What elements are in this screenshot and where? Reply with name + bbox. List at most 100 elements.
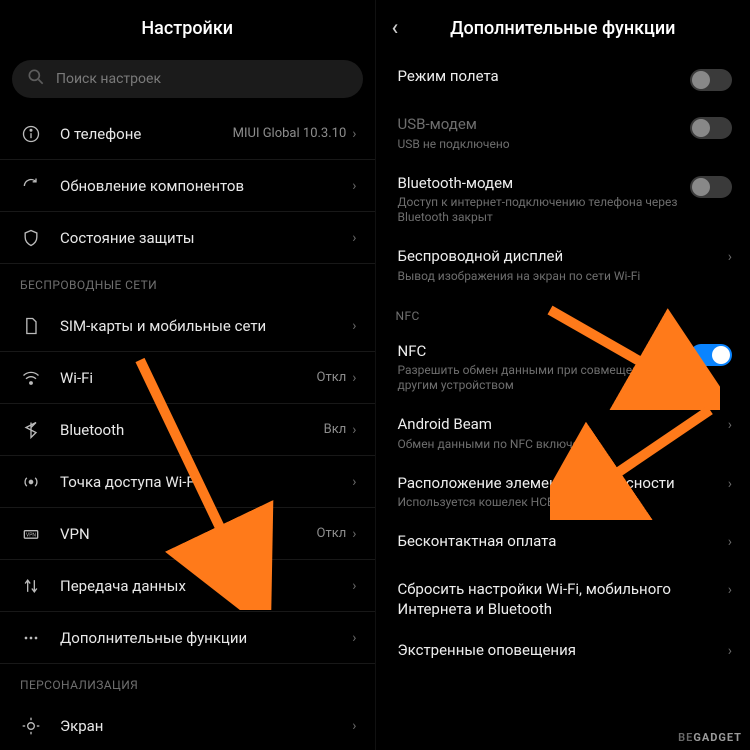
row-security[interactable]: Состояние защиты ›: [0, 212, 375, 264]
row-label: VPN: [60, 525, 317, 543]
chevron-right-icon: ›: [728, 476, 732, 492]
row-value: MIUI Global 10.3.10: [233, 126, 347, 141]
chevron-right-icon: ›: [352, 718, 356, 734]
row-value: Откл: [317, 370, 347, 385]
row-title: NFC: [398, 342, 681, 362]
row-title: Bluetooth-модем: [398, 174, 681, 194]
row-sub: Используется кошелек HCE: [398, 495, 714, 510]
chevron-right-icon: ›: [352, 370, 356, 386]
row-title: Сбросить настройки Wi-Fi, мобильного Инт…: [398, 580, 714, 619]
row-hotspot[interactable]: Точка доступа Wi-Fi ›: [0, 456, 375, 508]
page-title: Настройки: [141, 18, 233, 39]
display-icon: [20, 715, 42, 737]
search-placeholder: Поиск настроек: [56, 71, 161, 87]
section-nfc: NFC: [376, 295, 750, 331]
chevron-right-icon: ›: [728, 417, 732, 433]
shield-icon: [20, 227, 42, 249]
page-title: Дополнительные функции: [450, 18, 675, 39]
row-vpn[interactable]: VPN VPN Откл ›: [0, 508, 375, 560]
row-update[interactable]: Обновление компонентов ›: [0, 160, 375, 212]
section-wireless: БЕСПРОВОДНЫЕ СЕТИ: [0, 264, 375, 300]
svg-text:VPN: VPN: [26, 532, 36, 538]
row-value: Откл: [317, 526, 347, 541]
chevron-right-icon: ›: [728, 534, 732, 550]
row-label: Bluetooth: [60, 421, 324, 439]
row-sub: Вывод изображения на экран по сети Wi-Fi: [398, 269, 714, 284]
row-secure-element[interactable]: Расположение элемента безопасности Испол…: [376, 463, 750, 522]
row-title: Android Beam: [398, 415, 714, 435]
chevron-right-icon: ›: [352, 126, 356, 142]
data-icon: [20, 575, 42, 597]
toggle-usb[interactable]: [690, 117, 732, 139]
row-title: Беспроводной дисплей: [398, 247, 714, 267]
row-about-phone[interactable]: О телефоне MIUI Global 10.3.10 ›: [0, 108, 375, 160]
chevron-right-icon: ›: [352, 230, 356, 246]
section-personal: ПЕРСОНАЛИЗАЦИЯ: [0, 664, 375, 700]
watermark: BEGADGET: [678, 731, 742, 744]
row-emergency-alerts[interactable]: Экстренные оповещения ›: [376, 630, 750, 678]
row-title: USB-модем: [398, 115, 681, 135]
row-bluetooth[interactable]: Bluetooth Вкл ›: [0, 404, 375, 456]
row-contactless-pay[interactable]: Бесконтактная оплата ›: [376, 521, 750, 569]
row-usb-tether[interactable]: USB-модем USB не подключено: [376, 104, 750, 163]
chevron-right-icon: ›: [728, 582, 732, 598]
chevron-right-icon: ›: [352, 318, 356, 334]
row-wifi[interactable]: Wi-Fi Откл ›: [0, 352, 375, 404]
row-airplane[interactable]: Режим полета: [376, 56, 750, 104]
chevron-right-icon: ›: [728, 643, 732, 659]
chevron-right-icon: ›: [352, 578, 356, 594]
row-label: Экран: [60, 717, 352, 735]
features-header: ‹ Дополнительные функции: [376, 0, 750, 56]
row-nfc[interactable]: NFC Разрешить обмен данными при совмещен…: [376, 331, 750, 405]
row-more-settings[interactable]: Дополнительные функции ›: [0, 612, 375, 664]
row-title: Бесконтактная оплата: [398, 532, 714, 552]
row-label: SIM-карты и мобильные сети: [60, 317, 352, 335]
chevron-right-icon: ›: [352, 526, 356, 542]
chevron-right-icon: ›: [352, 178, 356, 194]
watermark-pre: BE: [678, 731, 693, 744]
toggle-bt-tether[interactable]: [690, 176, 732, 198]
chevron-right-icon: ›: [352, 630, 356, 646]
row-android-beam[interactable]: Android Beam Обмен данными по NFC включе…: [376, 404, 750, 463]
row-reset-net[interactable]: Сбросить настройки Wi-Fi, мобильного Инт…: [376, 569, 750, 630]
chevron-right-icon: ›: [352, 422, 356, 438]
search-icon: [26, 67, 46, 91]
toggle-airplane[interactable]: [690, 69, 732, 91]
row-title: Экстренные оповещения: [398, 641, 714, 661]
row-label: Состояние защиты: [60, 229, 352, 247]
chevron-right-icon: ›: [728, 249, 732, 265]
additional-features-screen: ‹ Дополнительные функции Режим полета US…: [376, 0, 750, 750]
settings-screen: Настройки Поиск настроек О телефоне MIUI…: [0, 0, 376, 750]
chevron-right-icon: ›: [352, 474, 356, 490]
row-display[interactable]: Экран ›: [0, 700, 375, 750]
row-sub: Разрешить обмен данными при совмещении с…: [398, 363, 681, 393]
row-title: Расположение элемента безопасности: [398, 474, 714, 494]
toggle-nfc[interactable]: [690, 344, 732, 366]
row-label: Дополнительные функции: [60, 629, 352, 647]
row-label: О телефоне: [60, 125, 233, 143]
row-title: Режим полета: [398, 67, 681, 87]
search-input[interactable]: Поиск настроек: [12, 60, 363, 98]
bluetooth-icon: [20, 419, 42, 441]
row-label: Обновление компонентов: [60, 177, 352, 195]
row-sim[interactable]: SIM-карты и мобильные сети ›: [0, 300, 375, 352]
row-label: Точка доступа Wi-Fi: [60, 473, 352, 491]
row-label: Передача данных: [60, 577, 352, 595]
row-sub: Доступ к интернет-подключению телефона ч…: [398, 195, 681, 225]
row-data-usage[interactable]: Передача данных ›: [0, 560, 375, 612]
watermark-bold: GADGET: [693, 731, 742, 744]
row-value: Вкл: [324, 422, 347, 437]
row-label: Wi-Fi: [60, 369, 317, 387]
update-icon: [20, 175, 42, 197]
back-button[interactable]: ‹: [392, 16, 399, 41]
more-icon: [20, 627, 42, 649]
hotspot-icon: [20, 471, 42, 493]
info-icon: [20, 123, 42, 145]
settings-header: Настройки: [0, 0, 375, 56]
wifi-icon: [20, 367, 42, 389]
row-wireless-display[interactable]: Беспроводной дисплей Вывод изображения н…: [376, 236, 750, 295]
row-bt-tether[interactable]: Bluetooth-модем Доступ к интернет-подклю…: [376, 163, 750, 237]
sim-icon: [20, 315, 42, 337]
row-sub: Обмен данными по NFC включен: [398, 437, 714, 452]
vpn-icon: VPN: [20, 523, 42, 545]
